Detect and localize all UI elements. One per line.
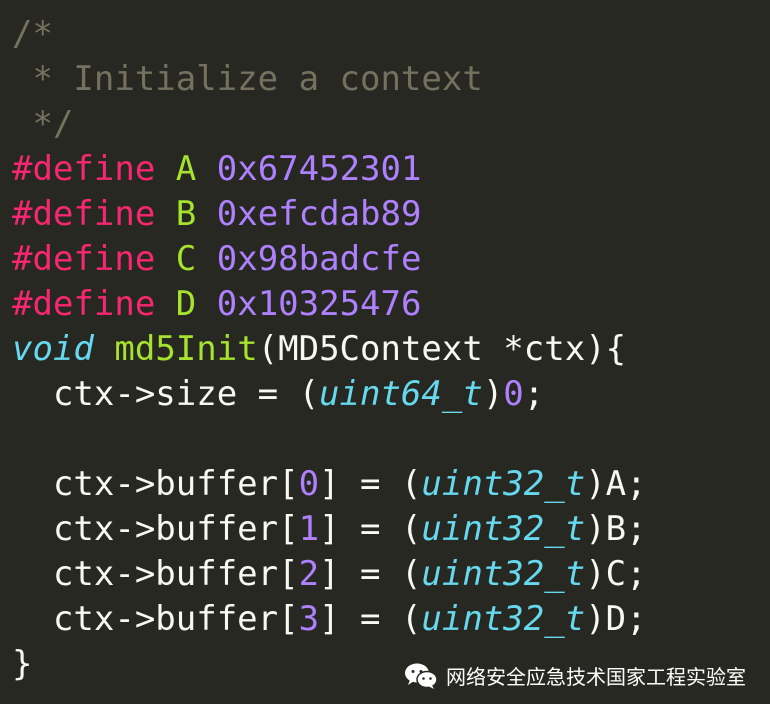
function-signature: void md5Init(MD5Context *ctx){ (12, 327, 770, 372)
buffer-index: 3 (298, 599, 320, 639)
define-keyword: #define (12, 284, 156, 324)
buffer-rhs: )D; (585, 599, 647, 639)
cast-close: ) (482, 374, 504, 414)
statement-end: ; (523, 374, 545, 414)
watermark: 网络安全应急技术国家工程实验室 (404, 661, 746, 690)
comment-open: /* (12, 14, 53, 54)
wechat-icon (404, 662, 438, 690)
cast-type: uint32_t (421, 464, 586, 504)
buffer-lhs: ctx->buffer[ (12, 599, 299, 639)
size-lhs: ctx->size = ( (12, 374, 320, 414)
buffer-assignment-line-3: ctx->buffer[3] = (uint32_t)D; (12, 597, 770, 642)
function-params: (MD5Context *ctx){ (257, 329, 627, 369)
code-line-1: /* (12, 12, 770, 57)
define-name: B (175, 194, 197, 234)
comment-close: */ (12, 104, 74, 144)
buffer-mid: ] = ( (319, 599, 422, 639)
closing-brace: } (12, 644, 33, 684)
define-keyword: #define (12, 149, 156, 189)
cast-type: uint32_t (421, 509, 586, 549)
buffer-assignment-line-1: ctx->buffer[1] = (uint32_t)B; (12, 507, 770, 552)
size-assignment-line: ctx->size = (uint64_t)0; (12, 372, 770, 417)
buffer-assignment-line-2: ctx->buffer[2] = (uint32_t)C; (12, 552, 770, 597)
buffer-lhs: ctx->buffer[ (12, 554, 299, 594)
define-line-b: #define B 0xefcdab89 (12, 192, 770, 237)
watermark-text: 网络安全应急技术国家工程实验室 (446, 665, 746, 689)
define-line-d: #define D 0x10325476 (12, 282, 770, 327)
define-keyword: #define (12, 239, 156, 279)
code-line-2: * Initialize a context (12, 57, 770, 102)
cast-type: uint32_t (421, 554, 586, 594)
function-name: md5Init (114, 329, 258, 369)
return-type: void (12, 329, 94, 369)
buffer-rhs: )B; (585, 509, 647, 549)
define-keyword: #define (12, 194, 156, 234)
buffer-mid: ] = ( (319, 464, 422, 504)
define-line-c: #define C 0x98badcfe (12, 237, 770, 282)
code-line-3: */ (12, 102, 770, 147)
buffer-rhs: )A; (585, 464, 647, 504)
define-name: C (175, 239, 197, 279)
buffer-mid: ] = ( (319, 509, 422, 549)
define-value: 0xefcdab89 (216, 194, 422, 234)
code-editor: /* * Initialize a context */ #define A 0… (0, 0, 770, 704)
cast-type: uint32_t (421, 599, 586, 639)
buffer-lhs: ctx->buffer[ (12, 509, 299, 549)
buffer-index: 0 (298, 464, 320, 504)
buffer-index: 1 (298, 509, 320, 549)
define-value: 0x10325476 (216, 284, 422, 324)
comment-body: * Initialize a context (12, 59, 483, 99)
define-name: A (175, 149, 197, 189)
buffer-lhs: ctx->buffer[ (12, 464, 299, 504)
define-value: 0x98badcfe (216, 239, 422, 279)
buffer-index: 2 (298, 554, 320, 594)
buffer-assignment-line-0: ctx->buffer[0] = (uint32_t)A; (12, 462, 770, 507)
size-value: 0 (503, 374, 524, 414)
buffer-rhs: )C; (585, 554, 647, 594)
buffer-mid: ] = ( (319, 554, 422, 594)
define-value: 0x67452301 (216, 149, 422, 189)
cast-type: uint64_t (319, 374, 483, 414)
define-name: D (175, 284, 197, 324)
define-line-a: #define A 0x67452301 (12, 147, 770, 192)
